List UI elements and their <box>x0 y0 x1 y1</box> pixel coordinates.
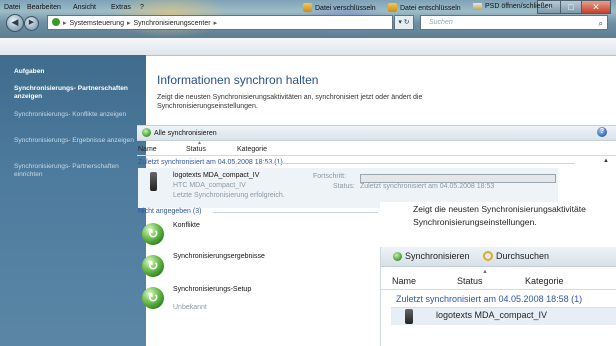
group-header-unspecified[interactable]: Nicht angegeben (3) <box>138 208 201 215</box>
menu-tools[interactable]: Extras <box>111 4 131 11</box>
sync-icon <box>142 128 151 137</box>
close-button[interactable]: ✕ <box>581 0 611 14</box>
unlock-icon <box>388 3 397 12</box>
breadcrumb-item[interactable]: Systemsteuerung <box>70 20 124 27</box>
menu-edit[interactable]: Bearbeiten <box>27 4 61 11</box>
breadcrumb-arrow-icon: ▸ <box>213 20 218 27</box>
task-setup-partnerships[interactable]: Synchronisierungs- Partnerschaften einri… <box>14 163 139 179</box>
menu-help[interactable]: ? <box>140 4 144 11</box>
group-divider <box>263 163 575 164</box>
item-sync-setup-status: Unbekannt <box>173 304 207 311</box>
phone-device-icon <box>405 309 413 324</box>
search-input[interactable]: Suchen ⌕ <box>420 15 608 30</box>
task-view-conflicts[interactable]: Synchronisierungs- Konflikte anzeigen <box>14 111 139 119</box>
device-last-result: Letzte Synchronisierung erfolgreich. <box>173 192 285 199</box>
item-conflicts[interactable]: Konflikte <box>173 222 200 229</box>
phone-device-icon <box>150 172 157 191</box>
zoom-description-line-1: Zeigt die neusten Synchronisierungsaktiv… <box>413 204 586 214</box>
page-description: Zeigt die neusten Synchronisierungsaktiv… <box>157 94 423 110</box>
collapse-chevron-icon[interactable]: ▲ <box>603 158 609 164</box>
psd-toggle-button[interactable]: PSD öffnen/schließen <box>473 3 553 10</box>
zoom-sync-label: Synchronisieren <box>405 251 470 261</box>
page-title: Informationen synchron halten <box>157 73 319 87</box>
task-view-results[interactable]: Synchronisierungs- Ergebnisse anzeigen <box>14 137 139 145</box>
zoom-device-name: logotexts MDA_compact_IV <box>436 310 548 320</box>
conflicts-sync-icon: ↻ <box>142 223 164 245</box>
zoom-column-divider <box>381 289 616 290</box>
encrypt-file-label: Datei verschlüsseln <box>315 5 376 12</box>
device-name: logotexts MDA_compact_IV <box>173 172 260 179</box>
device-model: HTC MDA_compact_IV <box>173 182 246 189</box>
column-header-name[interactable]: Name <box>138 146 157 153</box>
psd-toggle-label: PSD öffnen/schließen <box>485 3 553 10</box>
progress-label: Fortschritt: <box>313 173 347 180</box>
sync-all-label: Alle synchronisieren <box>154 130 217 137</box>
setup-sync-icon: ↻ <box>142 287 164 309</box>
item-sync-results[interactable]: Synchronisierungsergebnisse <box>173 253 265 260</box>
zoom-column-category[interactable]: Kategorie <box>525 276 564 286</box>
zoom-browse-button[interactable]: Durchsuchen <box>483 251 549 261</box>
status-label: Status: <box>333 183 355 190</box>
back-button[interactable]: ◀ <box>6 14 24 32</box>
task-pane-title: Aufgaben <box>14 68 45 75</box>
column-header-category[interactable]: Kategorie <box>237 146 267 153</box>
decrypt-file-button[interactable]: Datei entschlüsseln <box>388 3 461 12</box>
sort-arrow-icon: ▲ <box>197 140 202 146</box>
task-view-partnerships[interactable]: Synchronisierungs- Partnerschaften anzei… <box>14 85 139 101</box>
forward-arrow-icon: ▶ <box>28 19 35 26</box>
sync-center-icon <box>52 18 60 26</box>
menu-view[interactable]: Ansicht <box>73 4 96 11</box>
search-icon[interactable]: ⌕ <box>599 17 603 30</box>
forward-button[interactable]: ▶ <box>24 16 39 31</box>
zoom-sync-button[interactable]: Synchronisieren <box>393 251 470 261</box>
breadcrumb-arrow-icon: ▸ <box>63 20 67 27</box>
group-header-recent[interactable]: Zuletzt synchronisiert am 04.05.2008 18:… <box>138 159 283 166</box>
zoom-column-name[interactable]: Name <box>392 276 416 286</box>
breadcrumb-item[interactable]: Synchronisierungscenter <box>134 20 211 27</box>
sync-progress-bar <box>360 174 556 183</box>
column-header-divider <box>137 155 616 156</box>
results-sync-icon: ↻ <box>142 255 164 277</box>
menu-bar <box>0 38 616 56</box>
breadcrumb-arrow-icon: ▸ <box>127 20 131 27</box>
column-header-status[interactable]: Status <box>186 146 206 153</box>
zoom-description-panel: Zeigt die neusten Synchronisierungsaktiv… <box>380 202 616 242</box>
back-arrow-icon: ◀ <box>11 17 19 27</box>
group-divider <box>213 212 378 213</box>
zoom-browse-label: Durchsuchen <box>496 251 550 261</box>
sync-icon <box>393 252 402 261</box>
help-icon[interactable]: ? <box>597 127 607 137</box>
address-dropdown-button[interactable]: ▾ ↻ <box>394 15 414 30</box>
status-value: Zuletzt synchronisiert am 04.05.2008 18:… <box>360 183 495 190</box>
menu-file[interactable]: Datei <box>4 4 20 11</box>
maximize-button[interactable]: □ <box>560 0 582 14</box>
decrypt-file-label: Datei entschlüsseln <box>400 5 461 12</box>
address-bar[interactable]: ▸ Systemsteuerung ▸ Synchronisierungscenter… <box>47 15 393 30</box>
item-sync-setup[interactable]: Synchronisierungs-Setup <box>173 286 251 293</box>
zoom-list-panel: Synchronisieren Durchsuchen Name Status … <box>380 247 616 346</box>
encrypt-file-button[interactable]: Datei verschlüsseln <box>303 3 376 12</box>
folder-search-icon <box>483 251 493 261</box>
sort-arrow-icon: ▲ <box>482 269 488 275</box>
psd-icon <box>473 3 482 10</box>
zoom-group-header[interactable]: Zuletzt synchronisiert am 04.05.2008 18:… <box>396 294 582 304</box>
search-placeholder: Suchen <box>429 19 453 26</box>
lock-icon <box>303 3 312 12</box>
sync-all-button[interactable]: Alle synchronisieren <box>142 128 217 137</box>
zoom-description-line-2: Synchronisierungseinstellungen. <box>413 217 537 227</box>
zoom-column-status[interactable]: Status <box>457 276 483 286</box>
